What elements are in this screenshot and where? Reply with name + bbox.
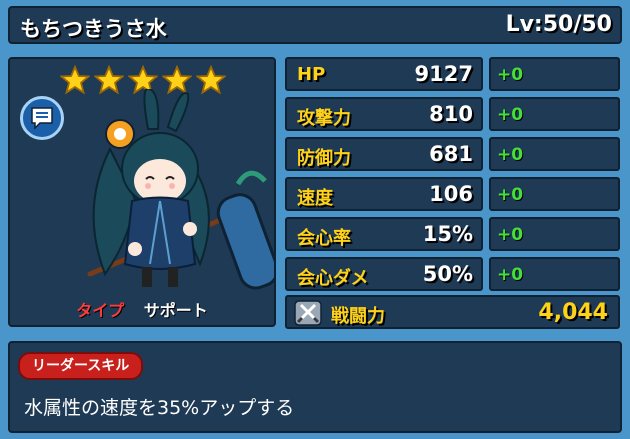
- stat-main: 防御力 681: [285, 137, 483, 171]
- type-label: タイプ: [76, 301, 125, 320]
- stat-name: HP: [297, 64, 326, 85]
- combat-power-row: 戦闘力 4,044: [285, 295, 620, 329]
- stat-main: 会心率 15%: [285, 217, 483, 251]
- stat-bonus: +0: [489, 97, 620, 131]
- character-panel: タイプ サポート: [8, 57, 276, 327]
- stat-name: 速度: [297, 188, 333, 209]
- bonus-value: +0: [497, 65, 524, 85]
- stat-value: 9127: [414, 62, 473, 86]
- leader-skill-description: 水属性の速度を35%アップする: [24, 397, 295, 419]
- bonus-value: +0: [497, 145, 524, 165]
- combat-power-value: 4,044: [538, 300, 608, 325]
- stat-main: HP 9127: [285, 57, 483, 91]
- stat-name: 会心ダメ: [297, 268, 369, 289]
- stat-row-attack: 攻撃力 810 +0: [285, 97, 625, 131]
- stat-bonus: +0: [489, 57, 620, 91]
- stat-bonus: +0: [489, 177, 620, 211]
- bonus-value: +0: [497, 225, 524, 245]
- stat-row-hp: HP 9127 +0: [285, 57, 625, 91]
- character-portrait: [87, 89, 274, 290]
- leader-skill-badge: リーダースキル: [18, 352, 144, 380]
- bonus-value: +0: [497, 185, 524, 205]
- stat-main: 会心ダメ 50%: [285, 257, 483, 291]
- stat-name: 攻撃力: [297, 108, 351, 129]
- stat-name: 防御力: [297, 148, 351, 169]
- stat-row-crit-rate: 会心率 15% +0: [285, 217, 625, 251]
- stat-main: 速度 106: [285, 177, 483, 211]
- type-value: サポート: [143, 301, 208, 320]
- stat-value: 15%: [422, 222, 473, 246]
- character-name: もちつきうさ水: [20, 17, 167, 41]
- stat-row-speed: 速度 106 +0: [285, 177, 625, 211]
- stat-row-defense: 防御力 681 +0: [285, 137, 625, 171]
- type-row: タイプ サポート: [10, 297, 274, 321]
- bonus-value: +0: [497, 105, 524, 125]
- leader-skill-panel: リーダースキル 水属性の速度を35%アップする: [8, 341, 622, 433]
- stat-bonus: +0: [489, 257, 620, 291]
- stat-main: 攻撃力 810: [285, 97, 483, 131]
- stat-value: 810: [429, 102, 473, 126]
- level-indicator: Lv:50/50: [505, 12, 612, 37]
- bonus-value: +0: [497, 265, 524, 285]
- stat-bonus: +0: [489, 217, 620, 251]
- title-bar: もちつきうさ水 Lv:50/50: [8, 6, 622, 44]
- stat-name: 会心率: [297, 228, 351, 249]
- stat-value: 681: [429, 142, 473, 166]
- stat-value: 50%: [422, 262, 473, 286]
- stat-row-crit-damage: 会心ダメ 50% +0: [285, 257, 625, 291]
- stat-bonus: +0: [489, 137, 620, 171]
- stat-value: 106: [429, 182, 473, 206]
- combat-power-label: 戦闘力: [331, 306, 385, 327]
- crossed-swords-icon: [294, 300, 322, 326]
